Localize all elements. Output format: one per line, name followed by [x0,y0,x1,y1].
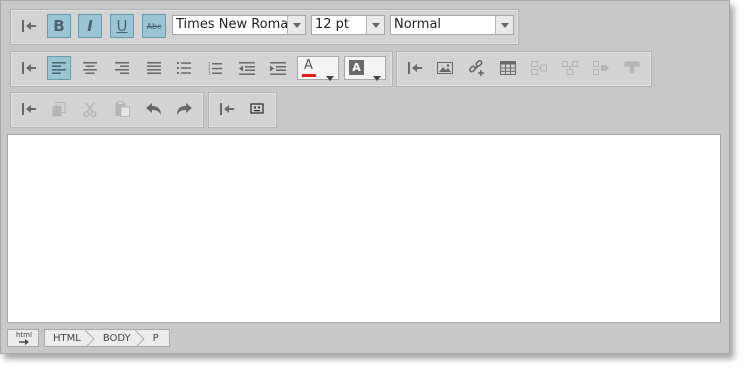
insert-row-button[interactable] [558,56,582,80]
font-family-select[interactable]: Times New Roman [172,15,306,35]
cut-icon [83,102,97,117]
split-cells-icon [624,61,640,74]
font-color-label: A [304,58,313,73]
paste-icon [115,101,130,117]
table-icon [500,61,516,75]
caret-down-icon[interactable] [326,66,334,85]
clipboard-toolbar-group [10,92,204,128]
collapse-arrow-icon [408,62,422,74]
collapse-toolbar-button[interactable] [403,56,427,80]
insert-toolbar-group [396,51,652,87]
column-insert-icon [531,61,547,75]
outdent-icon [239,61,255,75]
justify-icon [147,62,161,74]
font-color-swatch [302,74,316,77]
underline-button[interactable]: U [110,14,134,38]
outdent-button[interactable] [235,56,259,80]
font-color-picker[interactable]: A [297,56,339,81]
paragraph-style-select[interactable]: Normal [390,15,514,35]
bullet-list-button[interactable] [172,56,196,80]
paragraph-toolbar-group: 123 A A [10,51,393,87]
editor-content-area[interactable] [7,134,721,323]
insert-table-button[interactable] [496,56,520,80]
indent-button[interactable] [266,56,290,80]
paragraph-style-value: Normal [394,17,442,32]
indent-icon [270,61,286,75]
bullet-list-icon [177,62,191,74]
chevron-down-icon[interactable] [495,16,513,34]
undo-icon [146,102,161,115]
align-center-icon [83,62,97,74]
image-icon [437,62,453,74]
breadcrumb-separator-icon [84,330,95,346]
paste-button[interactable] [110,97,134,121]
align-center-button[interactable] [78,56,102,80]
italic-button[interactable]: I [78,14,102,38]
svg-text:3: 3 [208,70,211,75]
html-mode-label: html [16,331,32,339]
breadcrumb-separator-icon [134,330,145,346]
merge-cells-icon [593,61,609,75]
collapse-toolbar-button[interactable] [215,97,239,121]
rich-text-editor: B I U Abc Times New Roman 12 pt Normal 1… [0,0,730,354]
split-cells-button[interactable] [620,56,644,80]
html-mode-button[interactable]: html [7,329,39,347]
insert-symbol-button[interactable] [245,97,269,121]
font-size-select[interactable]: 12 pt [311,15,385,35]
caret-down-icon[interactable] [373,66,381,85]
status-bar: html HTML BODY P [1,326,729,352]
bold-label: B [53,17,65,35]
collapse-toolbar-button[interactable] [17,56,41,80]
align-left-icon [52,62,66,74]
bold-button[interactable]: B [47,14,71,38]
breadcrumb-label: HTML [53,332,81,344]
font-size-value: 12 pt [315,17,350,32]
link-icon [468,59,484,76]
cut-button[interactable] [78,97,102,121]
insert-column-button[interactable] [527,56,551,80]
font-family-value: Times New Roman [176,17,297,32]
special-toolbar-group [208,92,277,128]
align-left-button[interactable] [47,56,71,80]
align-right-icon [115,62,129,74]
chevron-down-icon[interactable] [366,16,384,34]
breadcrumb-item-body[interactable]: BODY [95,330,145,346]
arrow-right-icon [19,339,29,345]
highlight-color-picker[interactable]: A [344,56,386,81]
undo-button[interactable] [142,97,166,121]
redo-icon [177,102,192,115]
highlight-color-label: A [349,60,364,75]
collapse-toolbar-button[interactable] [17,14,41,38]
merge-cells-button[interactable] [589,56,613,80]
chevron-down-icon[interactable] [287,16,305,34]
numbered-list-icon: 123 [208,62,222,75]
collapse-arrow-icon [22,62,36,74]
numbered-list-button[interactable]: 123 [203,56,227,80]
breadcrumb-item-p[interactable]: P [145,330,169,346]
strikethrough-label: Abc [146,21,162,31]
collapse-toolbar-button[interactable] [17,97,41,121]
row-insert-icon [562,61,578,75]
breadcrumb-item-html[interactable]: HTML [45,330,95,346]
align-right-button[interactable] [110,56,134,80]
format-toolbar-group: B I U Abc Times New Roman 12 pt Normal [10,9,519,45]
redo-button[interactable] [172,97,196,121]
breadcrumb-label: BODY [102,332,131,344]
justify-button[interactable] [142,56,166,80]
breadcrumb: HTML BODY P [44,329,170,347]
collapse-arrow-icon [220,103,234,115]
insert-link-button[interactable] [464,56,488,80]
insert-image-button[interactable] [433,56,457,80]
collapse-arrow-icon [22,103,36,115]
collapse-arrow-icon [22,20,36,32]
copy-button[interactable] [47,97,71,121]
underline-label: U [116,17,128,35]
italic-label: I [87,17,93,35]
strikethrough-button[interactable]: Abc [142,14,166,38]
copy-icon [52,101,66,116]
breadcrumb-label: P [152,332,159,344]
symbol-icon [250,103,264,114]
